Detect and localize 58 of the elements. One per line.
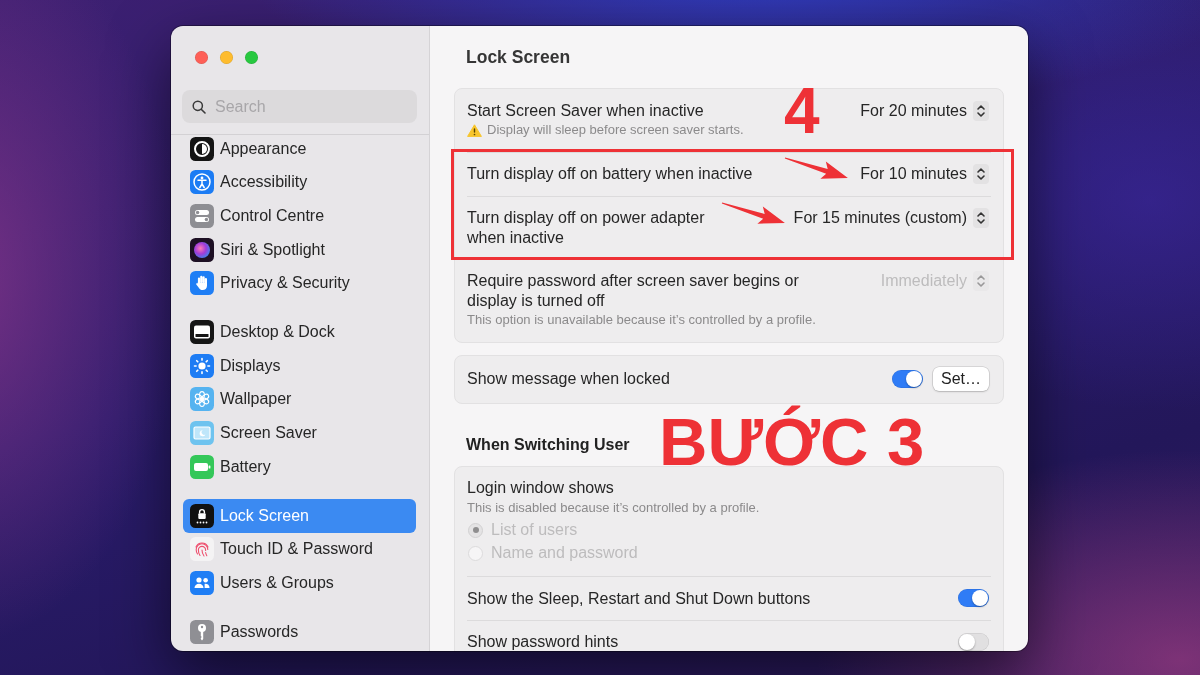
- flower-icon: [190, 387, 214, 412]
- hand-icon: [190, 271, 214, 296]
- people-icon: [190, 570, 214, 595]
- sidebar-item[interactable]: Passwords: [183, 615, 416, 649]
- chevron-updown-icon: [973, 208, 989, 228]
- screen-moon-icon: [190, 421, 214, 446]
- sidebar-item[interactable]: Touch ID & Password: [183, 532, 416, 567]
- step-title: BƯỚC 3: [659, 403, 925, 481]
- toggle-switch[interactable]: [892, 370, 923, 388]
- setting-label: Login window shows: [467, 478, 615, 498]
- sidebar-item[interactable]: Control Centre: [183, 199, 416, 233]
- setting-label: Turn display off on battery when inactive: [467, 164, 754, 184]
- setting-note: This option is unavailable because it’s controlled by a profile.: [467, 311, 816, 329]
- battery-icon: [190, 454, 214, 479]
- warning-icon: [467, 123, 482, 137]
- orb-icon: [190, 237, 214, 262]
- sidebar-item[interactable]: Accessibility: [183, 165, 416, 200]
- popup-button[interactable]: For 20 minutes: [860, 100, 989, 121]
- sidebar-item[interactable]: Users & Groups: [183, 566, 416, 600]
- minimize-button[interactable]: [220, 50, 233, 64]
- sidebar-item[interactable]: Appearance: [183, 132, 416, 166]
- setting-label: Start Screen Saver when inactive: [467, 100, 705, 120]
- step-number: 4: [784, 79, 820, 143]
- page-title: Lock Screen: [466, 46, 572, 68]
- person-circle-icon: [190, 170, 214, 195]
- annotation-arrow: [721, 202, 786, 225]
- chevron-updown-icon: [973, 164, 989, 184]
- sun-icon: [190, 353, 214, 378]
- setting-label: Turn display off on power adapter when inactive: [467, 208, 706, 247]
- sidebar-item[interactable]: Desktop & Dock: [183, 315, 416, 350]
- search-icon: [192, 99, 206, 114]
- fingerprint-icon: [190, 537, 214, 562]
- key-icon: [190, 620, 214, 644]
- toggle-switch[interactable]: [958, 589, 989, 608]
- toggles-icon: [190, 204, 214, 228]
- sidebar-item[interactable]: Siri & Spotlight: [183, 232, 416, 267]
- annotation-arrow: [784, 157, 849, 180]
- sidebar-item[interactable]: Privacy & Security: [183, 266, 416, 300]
- setting-label: Show password hints: [467, 632, 620, 651]
- setting-label: Show the Sleep, Restart and Shut Down buttons: [467, 588, 812, 608]
- zoom-button[interactable]: [245, 50, 258, 64]
- setting-note: This is disabled because it’s controlled by a profile.: [467, 498, 760, 517]
- sidebar-item[interactable]: Displays: [183, 349, 416, 383]
- set-button[interactable]: Set…: [933, 367, 989, 391]
- sidebar-item[interactable]: Battery: [183, 449, 416, 484]
- popup-button[interactable]: For 15 minutes (custom): [793, 208, 989, 228]
- section-title: When Switching User: [466, 434, 631, 455]
- sidebar-item[interactable]: Screen Saver: [183, 416, 416, 450]
- setting-label: Show message when locked: [467, 369, 671, 389]
- setting-note: Display will sleep before screen saver starts.: [487, 121, 744, 139]
- window-dock-icon: [190, 320, 214, 345]
- setting-label: Require password after screen saver begins or display is turned off: [467, 271, 800, 310]
- popup-button[interactable]: For 10 minutes: [860, 164, 989, 184]
- chevron-updown-icon: [973, 100, 989, 121]
- close-button[interactable]: [195, 50, 208, 64]
- toggle-switch[interactable]: [958, 632, 989, 651]
- lock-icon: [190, 503, 214, 528]
- sidebar-item[interactable]: Wallpaper: [183, 382, 416, 417]
